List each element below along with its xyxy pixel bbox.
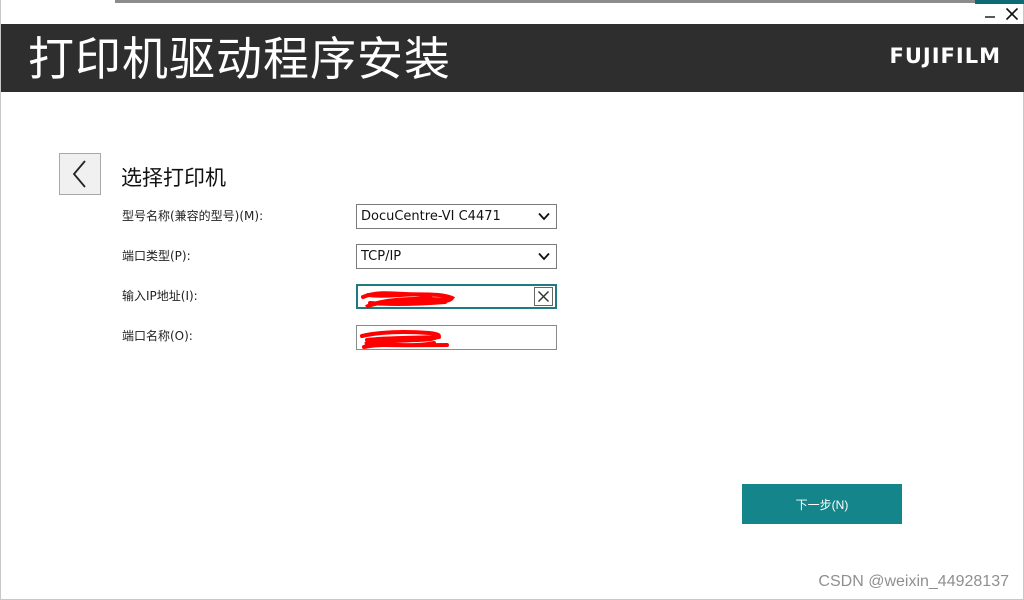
clear-input-button[interactable] (534, 287, 553, 306)
redaction-scribble (360, 330, 449, 349)
ip-address-input[interactable] (356, 284, 557, 309)
port-name-label: 端口名称(O): (122, 329, 193, 343)
watermark: CSDN @weixin_44928137 (818, 573, 1009, 590)
header-banner: 打印机驱动程序安装 FUJIFILM (1, 24, 1024, 92)
model-label: 型号名称(兼容的型号)(M): (122, 209, 264, 223)
brand-logo: FUJIFILM (889, 44, 1001, 68)
close-button[interactable] (1001, 4, 1023, 24)
back-button[interactable] (59, 153, 101, 195)
clear-icon (538, 291, 549, 302)
page-title: 打印机驱动程序安装 (28, 32, 451, 86)
top-edge (1, 0, 1024, 4)
port-type-select[interactable]: TCP/IP (356, 244, 557, 269)
chevron-down-icon (538, 212, 550, 221)
port-name-input[interactable] (356, 325, 557, 350)
model-select-value: DocuCentre-VI C4471 (361, 209, 501, 224)
close-icon (1005, 7, 1019, 21)
model-select[interactable]: DocuCentre-VI C4471 (356, 204, 557, 229)
minimize-button[interactable] (979, 4, 1001, 24)
port-type-select-value: TCP/IP (361, 249, 402, 264)
section-title: 选择打印机 (121, 166, 226, 190)
next-button[interactable]: 下一步(N) (742, 484, 902, 524)
installer-window: 打印机驱动程序安装 FUJIFILM 选择打印机 型号名称(兼容的型号)(M):… (0, 0, 1024, 600)
minimize-icon (985, 16, 995, 18)
redaction-scribble (361, 291, 456, 309)
chevron-left-icon (72, 160, 86, 188)
ip-address-label: 输入IP地址(I): (122, 289, 198, 303)
window-controls (979, 4, 1023, 24)
top-edge-bar (115, 0, 975, 3)
chevron-down-icon (538, 252, 550, 261)
port-type-label: 端口类型(P): (122, 249, 191, 263)
